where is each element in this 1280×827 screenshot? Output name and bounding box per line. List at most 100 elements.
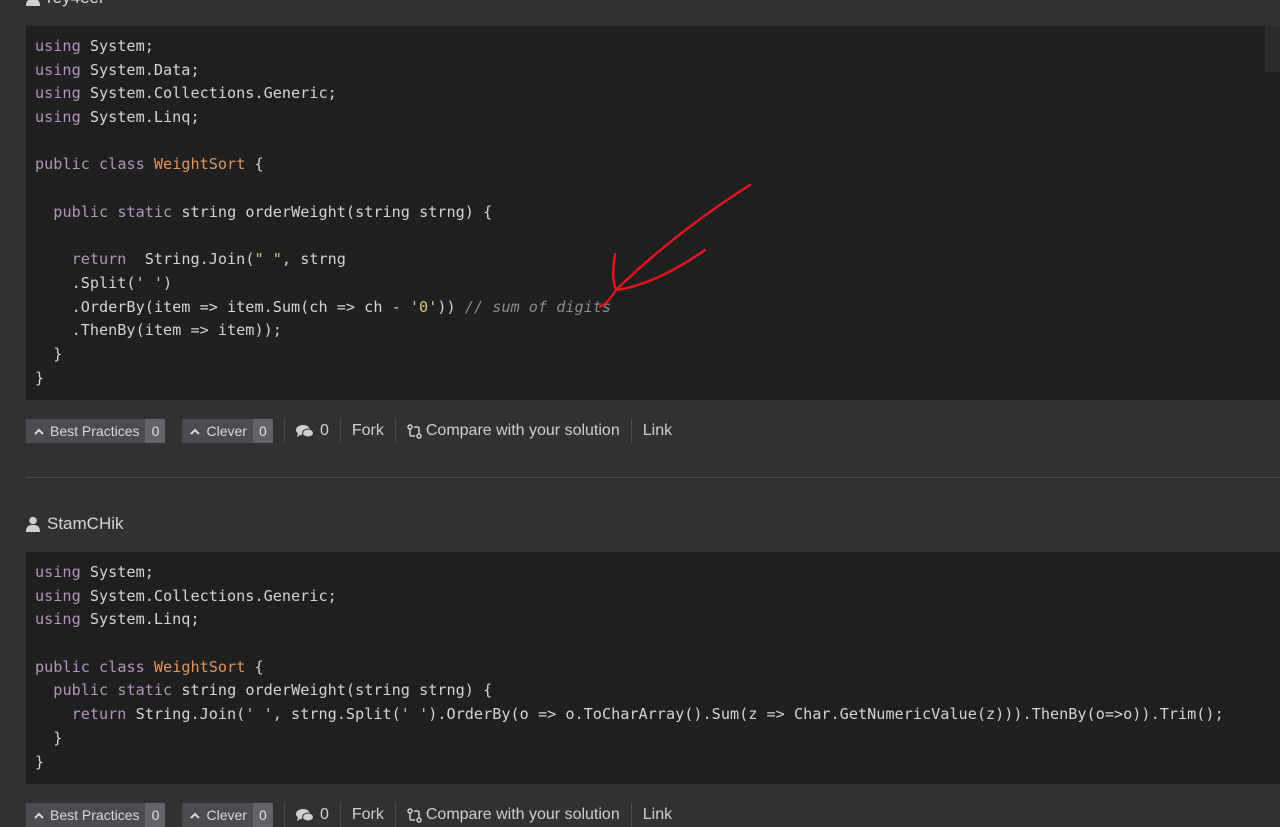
code-token: using [35, 586, 81, 605]
code-token: class [99, 155, 145, 174]
comments-button[interactable]: 0 [295, 806, 329, 824]
link-button[interactable]: Link [643, 806, 672, 824]
code-token: System.Collections.Generic; [80, 586, 337, 605]
best-practices-label: Best Practices [50, 423, 140, 439]
code-token: System.Linq; [80, 108, 200, 127]
compare-link[interactable]: Compare with your solution [407, 806, 620, 824]
code-line: using System.Collections.Generic; [35, 585, 1280, 609]
code-line: public class WeightSort { [35, 153, 1280, 177]
code-token: , strng [281, 250, 346, 269]
code-line: ​ [35, 130, 1280, 154]
code-line: ​ [35, 632, 1280, 656]
clever-button[interactable]: Clever 0 [182, 803, 273, 827]
chevron-up-icon [190, 812, 201, 819]
chevron-up-icon [34, 812, 44, 819]
clever-count: 0 [252, 419, 273, 443]
code-token: System; [80, 563, 154, 581]
code-token: ' ' [135, 273, 164, 292]
code-line: } [35, 367, 1280, 391]
code-token: public [35, 657, 90, 676]
compare-icon [407, 807, 422, 823]
code-line: .ThenBy(item => item)); [35, 319, 1280, 343]
solution-divider [26, 477, 1280, 478]
fork-label: Fork [351, 806, 384, 823]
code-token: { [245, 155, 264, 174]
separator [339, 803, 341, 827]
code-token: } [35, 752, 45, 771]
link-label: Link [642, 422, 673, 439]
best-practices-button[interactable]: Best Practices 0 [26, 803, 166, 827]
compare-icon [407, 423, 422, 439]
link-button[interactable]: Link [643, 422, 672, 440]
code-token: ' ' [400, 705, 429, 724]
code-token: ) [163, 273, 173, 292]
code-scrollbar[interactable] [1265, 26, 1280, 72]
code-token: " " [254, 250, 282, 269]
code-block: using System; using System.Collections.Ge… [26, 552, 1280, 784]
code-token: using [35, 60, 81, 79]
code-token: using [35, 563, 81, 581]
code-token: using [35, 108, 81, 127]
fork-link[interactable]: Fork [352, 806, 384, 824]
fork-label: Fork [351, 422, 384, 439]
compare-link[interactable]: Compare with your solution [407, 422, 620, 440]
code-token: string orderWeight(string strng) { [172, 681, 493, 700]
clever-label: Clever [206, 423, 247, 439]
code-token: System.Collections.Generic; [80, 84, 337, 103]
code-token: { [245, 657, 264, 676]
code-token: return [71, 705, 127, 724]
code-token: return [71, 250, 127, 269]
code-token: public [35, 155, 90, 174]
code-line: } [35, 343, 1280, 367]
author-name: rey4eer [47, 0, 105, 8]
best-practices-button[interactable]: Best Practices 0 [26, 419, 166, 443]
solution-actions: Best Practices 0 Clever 0 0 Fork Compare… [26, 419, 672, 443]
code-token: string orderWeight(string strng) { [172, 202, 493, 221]
code-token: System.Data; [80, 60, 200, 79]
code-token: ).OrderBy(o => o.ToCharArray().Sum(z => … [428, 705, 1224, 724]
code-token: String.Join( [126, 250, 255, 269]
solution-author[interactable]: rey4eer [26, 0, 105, 8]
solutions-page: rey4eer using System;using System.Data;u… [0, 0, 1280, 827]
comments-button[interactable]: 0 [295, 422, 329, 440]
code-token: static [117, 681, 173, 700]
user-icon [26, 516, 40, 532]
chevron-up-icon [34, 428, 44, 435]
code-token: .ThenBy(item => item)); [35, 321, 282, 340]
code-token: public [53, 681, 109, 700]
compare-label: Compare with your solution [425, 422, 620, 439]
code-token: WeightSort [153, 657, 246, 676]
code-line: return String.Join(' ', strng.Split(' ')… [35, 703, 1280, 727]
code-token: String.Join( [126, 705, 246, 724]
separator [394, 803, 396, 827]
clever-button[interactable]: Clever 0 [182, 419, 273, 443]
code-line: public class WeightSort { [35, 656, 1280, 680]
comments-count: 0 [319, 422, 329, 439]
comments-count: 0 [319, 806, 329, 823]
code-token: } [35, 368, 45, 387]
separator [283, 803, 285, 827]
separator [339, 419, 341, 443]
separator [394, 419, 396, 443]
clever-label: Clever [206, 807, 247, 823]
code-token: .Split( [35, 273, 136, 292]
code-token: } [35, 344, 63, 363]
red-arrow-annotation [598, 183, 752, 309]
code-line: } [35, 727, 1280, 751]
code-line: using System.Linq; [35, 608, 1280, 632]
clever-count: 0 [252, 803, 273, 827]
code-token: .OrderBy(item => item.Sum(ch => ch - [35, 297, 410, 316]
code-token: )) [437, 297, 465, 316]
separator [283, 419, 285, 443]
solution-author[interactable]: StamCHik [26, 514, 124, 534]
fork-link[interactable]: Fork [352, 422, 384, 440]
code-token: using [35, 84, 81, 103]
separator [630, 803, 632, 827]
